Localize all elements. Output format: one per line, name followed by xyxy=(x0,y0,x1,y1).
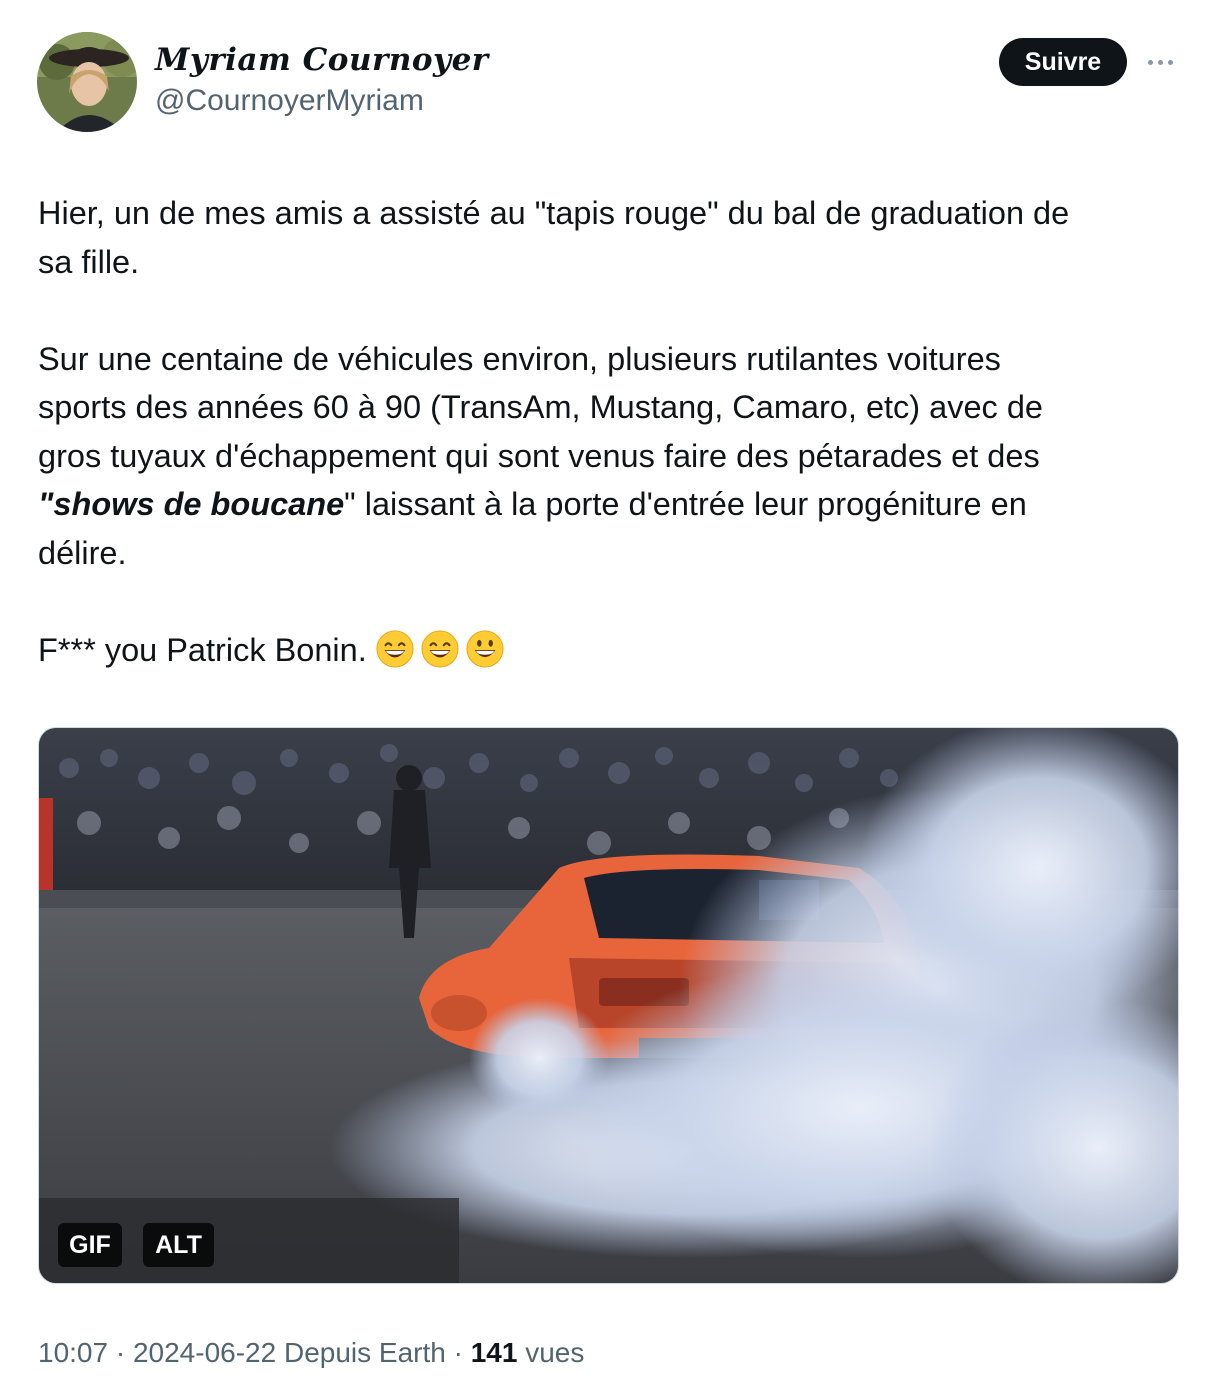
meta-separator: · xyxy=(445,1337,471,1368)
views-count[interactable]: 141 xyxy=(471,1337,518,1368)
tweet-line: Hier, un de mes amis a assisté au "tapis… xyxy=(38,195,1070,231)
tweet-line: "shows de boucane" laissant à la porte d… xyxy=(38,480,1188,529)
views-label: vues xyxy=(517,1337,585,1368)
bold-phrase: "shows de boucane xyxy=(38,486,345,522)
tweet-text: Hier, un de mes amis a assisté au "tapis… xyxy=(38,189,1188,674)
grinning-face-with-smiling-eyes-icon xyxy=(421,629,459,668)
follow-button[interactable]: Suivre xyxy=(999,38,1127,86)
tweet-line: sa fille. xyxy=(38,243,140,280)
tweet-line-rest: " laissant à la porte d'entrée leur prog… xyxy=(344,486,1027,522)
gif-badge: GIF xyxy=(58,1223,122,1267)
author-display-name[interactable]: Myriam Cournoyer xyxy=(155,42,489,78)
tweet-line: délire. xyxy=(38,534,127,571)
tweet-line: F*** you Patrick Bonin. xyxy=(38,626,1188,675)
grinning-face-icon xyxy=(466,629,504,668)
avatar[interactable] xyxy=(37,32,137,132)
meta-separator: · xyxy=(108,1337,133,1368)
tweet-source: Depuis Earth xyxy=(276,1337,446,1368)
grinning-face-with-smiling-eyes-icon xyxy=(376,629,414,668)
tweet-meta: 10:07 · 2024-06-22 Depuis Earth · 141 vu… xyxy=(38,1337,584,1369)
tweet-card: Myriam Cournoyer @CournoyerMyriam Suivre… xyxy=(0,0,1223,1390)
tweet-date[interactable]: 2024-06-22 xyxy=(133,1337,276,1368)
tweet-line-text: F*** you Patrick Bonin. xyxy=(38,631,376,668)
tweet-line: gros tuyaux d'échappement qui sont venus… xyxy=(38,437,1040,474)
tweet-line: sports des années 60 à 90 (TransAm, Must… xyxy=(38,389,1043,425)
alt-badge[interactable]: ALT xyxy=(143,1223,214,1267)
tweet-time[interactable]: 10:07 xyxy=(38,1337,108,1368)
tweet-line: Sur une centaine de véhicules environ, p… xyxy=(38,340,1001,377)
gif-image xyxy=(39,728,1178,1283)
avatar-image xyxy=(37,32,137,132)
media-gif[interactable]: GIF ALT xyxy=(38,727,1179,1284)
author-handle[interactable]: @CournoyerMyriam xyxy=(155,84,424,118)
more-options-icon[interactable] xyxy=(1140,44,1180,80)
